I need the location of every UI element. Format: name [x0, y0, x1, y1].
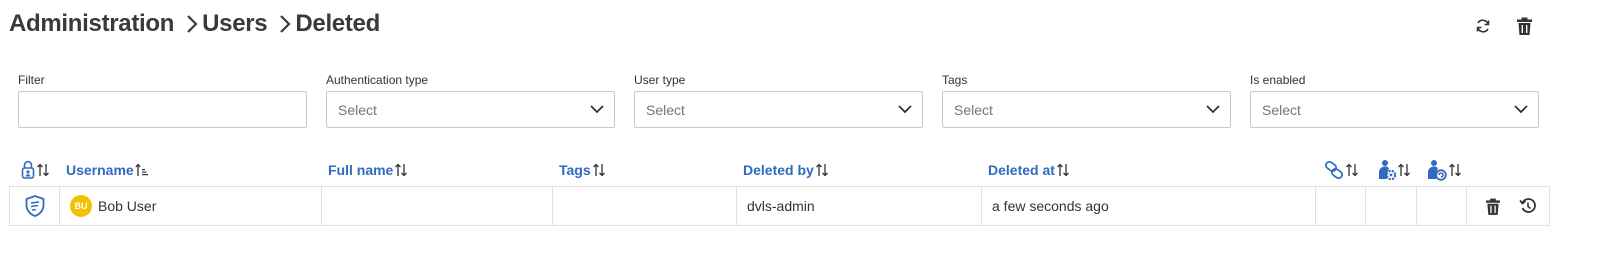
chevron-down-icon	[1514, 103, 1528, 117]
user-type-select[interactable]: Select	[634, 91, 923, 128]
linked-cell	[1316, 187, 1366, 225]
page-actions	[1472, 14, 1535, 38]
authentication-type-label: Authentication type	[326, 73, 429, 87]
authentication-type-select[interactable]: Select	[326, 91, 615, 128]
tags-value: Select	[954, 101, 993, 118]
user-type-value: Select	[646, 101, 685, 118]
user-gear-icon	[1379, 159, 1396, 180]
user-type-filter: User type Select	[634, 72, 923, 128]
sort-icon	[394, 163, 408, 177]
trash-icon	[1486, 198, 1500, 215]
column-header-linked[interactable]	[1324, 153, 1359, 186]
is-enabled-filter: Is enabled Select	[1250, 72, 1539, 128]
sort-ascending-icon	[135, 163, 149, 177]
column-header-full-name[interactable]: Full name	[328, 153, 408, 186]
tags-select[interactable]: Select	[942, 91, 1231, 128]
sort-icon	[592, 163, 606, 177]
chevron-down-icon	[1206, 103, 1220, 117]
avatar: BU	[70, 195, 92, 217]
sort-icon	[1345, 163, 1359, 177]
username-header-label: Username	[66, 161, 134, 178]
filter-label: Filter	[18, 73, 45, 87]
delete-all-button[interactable]	[1513, 14, 1535, 38]
sort-icon	[815, 163, 829, 177]
column-header-auth[interactable]	[21, 153, 50, 186]
user-permissions-cell	[1417, 187, 1467, 225]
is-enabled-label: Is enabled	[1250, 73, 1306, 87]
delete-permanently-button[interactable]	[1482, 194, 1504, 218]
user-settings-icon	[1428, 159, 1447, 181]
chevron-down-icon	[590, 103, 604, 117]
username-text[interactable]: Bob User	[98, 198, 156, 214]
trash-icon	[1516, 17, 1532, 35]
refresh-button[interactable]	[1472, 14, 1494, 38]
row-actions-cell	[1467, 187, 1549, 225]
full-name-cell	[322, 187, 553, 225]
restore-button[interactable]	[1517, 194, 1539, 218]
tags-header-label: Tags	[559, 161, 591, 178]
restore-icon	[1519, 198, 1536, 213]
authentication-type-filter: Authentication type Select	[326, 72, 615, 128]
chevron-down-icon	[898, 103, 912, 117]
sort-icon	[1397, 163, 1411, 177]
column-header-user-permissions[interactable]	[1427, 153, 1462, 186]
column-header-deleted-at[interactable]: Deleted at	[988, 153, 1070, 186]
sort-icon	[1056, 163, 1070, 177]
link-icon	[1325, 160, 1343, 179]
is-enabled-select[interactable]: Select	[1250, 91, 1539, 128]
breadcrumb: Administration Users Deleted	[9, 8, 380, 40]
filter-text: Filter	[18, 72, 307, 128]
column-header-user-settings[interactable]	[1378, 153, 1411, 186]
user-settings-cell	[1366, 187, 1417, 225]
breadcrumb-deleted: Deleted	[295, 10, 380, 37]
deleted-by-cell: dvls-admin	[737, 187, 982, 225]
is-enabled-value: Select	[1262, 101, 1301, 118]
deleted-by-header-label: Deleted by	[743, 161, 814, 178]
sort-icon	[36, 163, 50, 177]
column-header-deleted-by[interactable]: Deleted by	[743, 153, 829, 186]
filter-input[interactable]	[30, 92, 296, 127]
auth-cell	[10, 187, 60, 225]
refresh-icon	[1476, 19, 1490, 33]
deleted-at-cell: a few seconds ago	[982, 187, 1316, 225]
tags-cell	[553, 187, 737, 225]
full-name-header-label: Full name	[328, 161, 394, 178]
shield-icon	[25, 195, 44, 217]
column-header-tags[interactable]: Tags	[559, 153, 606, 186]
chevron-right-icon	[276, 8, 294, 40]
deleted-users-table: Username Full name Tags Deleted by Delet…	[9, 153, 1550, 226]
tags-label: Tags	[942, 73, 968, 87]
user-type-label: User type	[634, 73, 686, 87]
lock-user-icon	[21, 160, 35, 179]
chevron-right-icon	[183, 8, 201, 40]
authentication-type-value: Select	[338, 101, 377, 118]
breadcrumb-users[interactable]: Users	[202, 10, 268, 38]
sort-icon	[1448, 163, 1462, 177]
column-header-username[interactable]: Username	[66, 153, 149, 186]
filter-input-box	[18, 91, 307, 128]
tags-filter: Tags Select	[942, 72, 1231, 128]
row-actions	[1467, 194, 1539, 218]
table-row[interactable]: BU Bob User dvls-admin a few seconds ago	[9, 186, 1550, 226]
deleted-at-header-label: Deleted at	[988, 161, 1055, 178]
username-cell: BU Bob User	[60, 187, 322, 225]
table-header: Username Full name Tags Deleted by Delet…	[9, 153, 1550, 186]
breadcrumb-administration[interactable]: Administration	[9, 10, 174, 38]
